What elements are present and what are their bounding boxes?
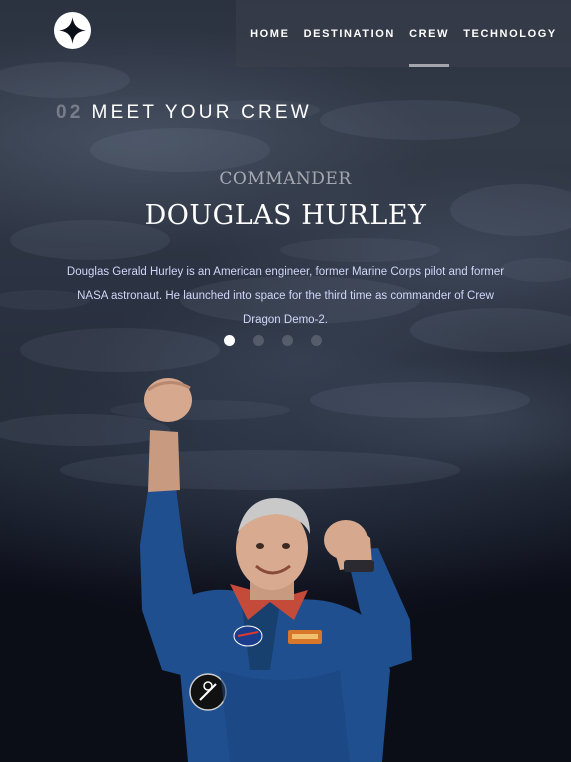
carousel-dot-1[interactable] [224, 335, 235, 346]
section-title: MEET YOUR CREW [91, 102, 312, 123]
carousel-dot-3[interactable] [282, 335, 293, 346]
crew-bio: Douglas Gerald Hurley is an American eng… [66, 266, 505, 326]
page-heading: 02 MEET YOUR CREW [56, 102, 312, 124]
crew-role: COMMANDER [219, 169, 352, 189]
section-number: 02 [56, 102, 84, 123]
carousel-dot-2[interactable] [253, 335, 264, 346]
primary-nav: HOME DESTINATION CREW TECHNOLOGY [236, 0, 571, 67]
crew-member-photo [140, 378, 412, 762]
carousel-dots [224, 335, 322, 346]
nav-item-crew[interactable]: CREW [409, 0, 450, 67]
nav-item-home[interactable]: HOME [250, 0, 289, 67]
crew-name: DOUGLAS HURLEY [144, 200, 427, 231]
carousel-dot-4[interactable] [311, 335, 322, 346]
star-logo-icon[interactable] [54, 12, 91, 49]
nav-item-technology[interactable]: TECHNOLOGY [463, 0, 557, 67]
nav-item-destination[interactable]: DESTINATION [304, 0, 395, 67]
